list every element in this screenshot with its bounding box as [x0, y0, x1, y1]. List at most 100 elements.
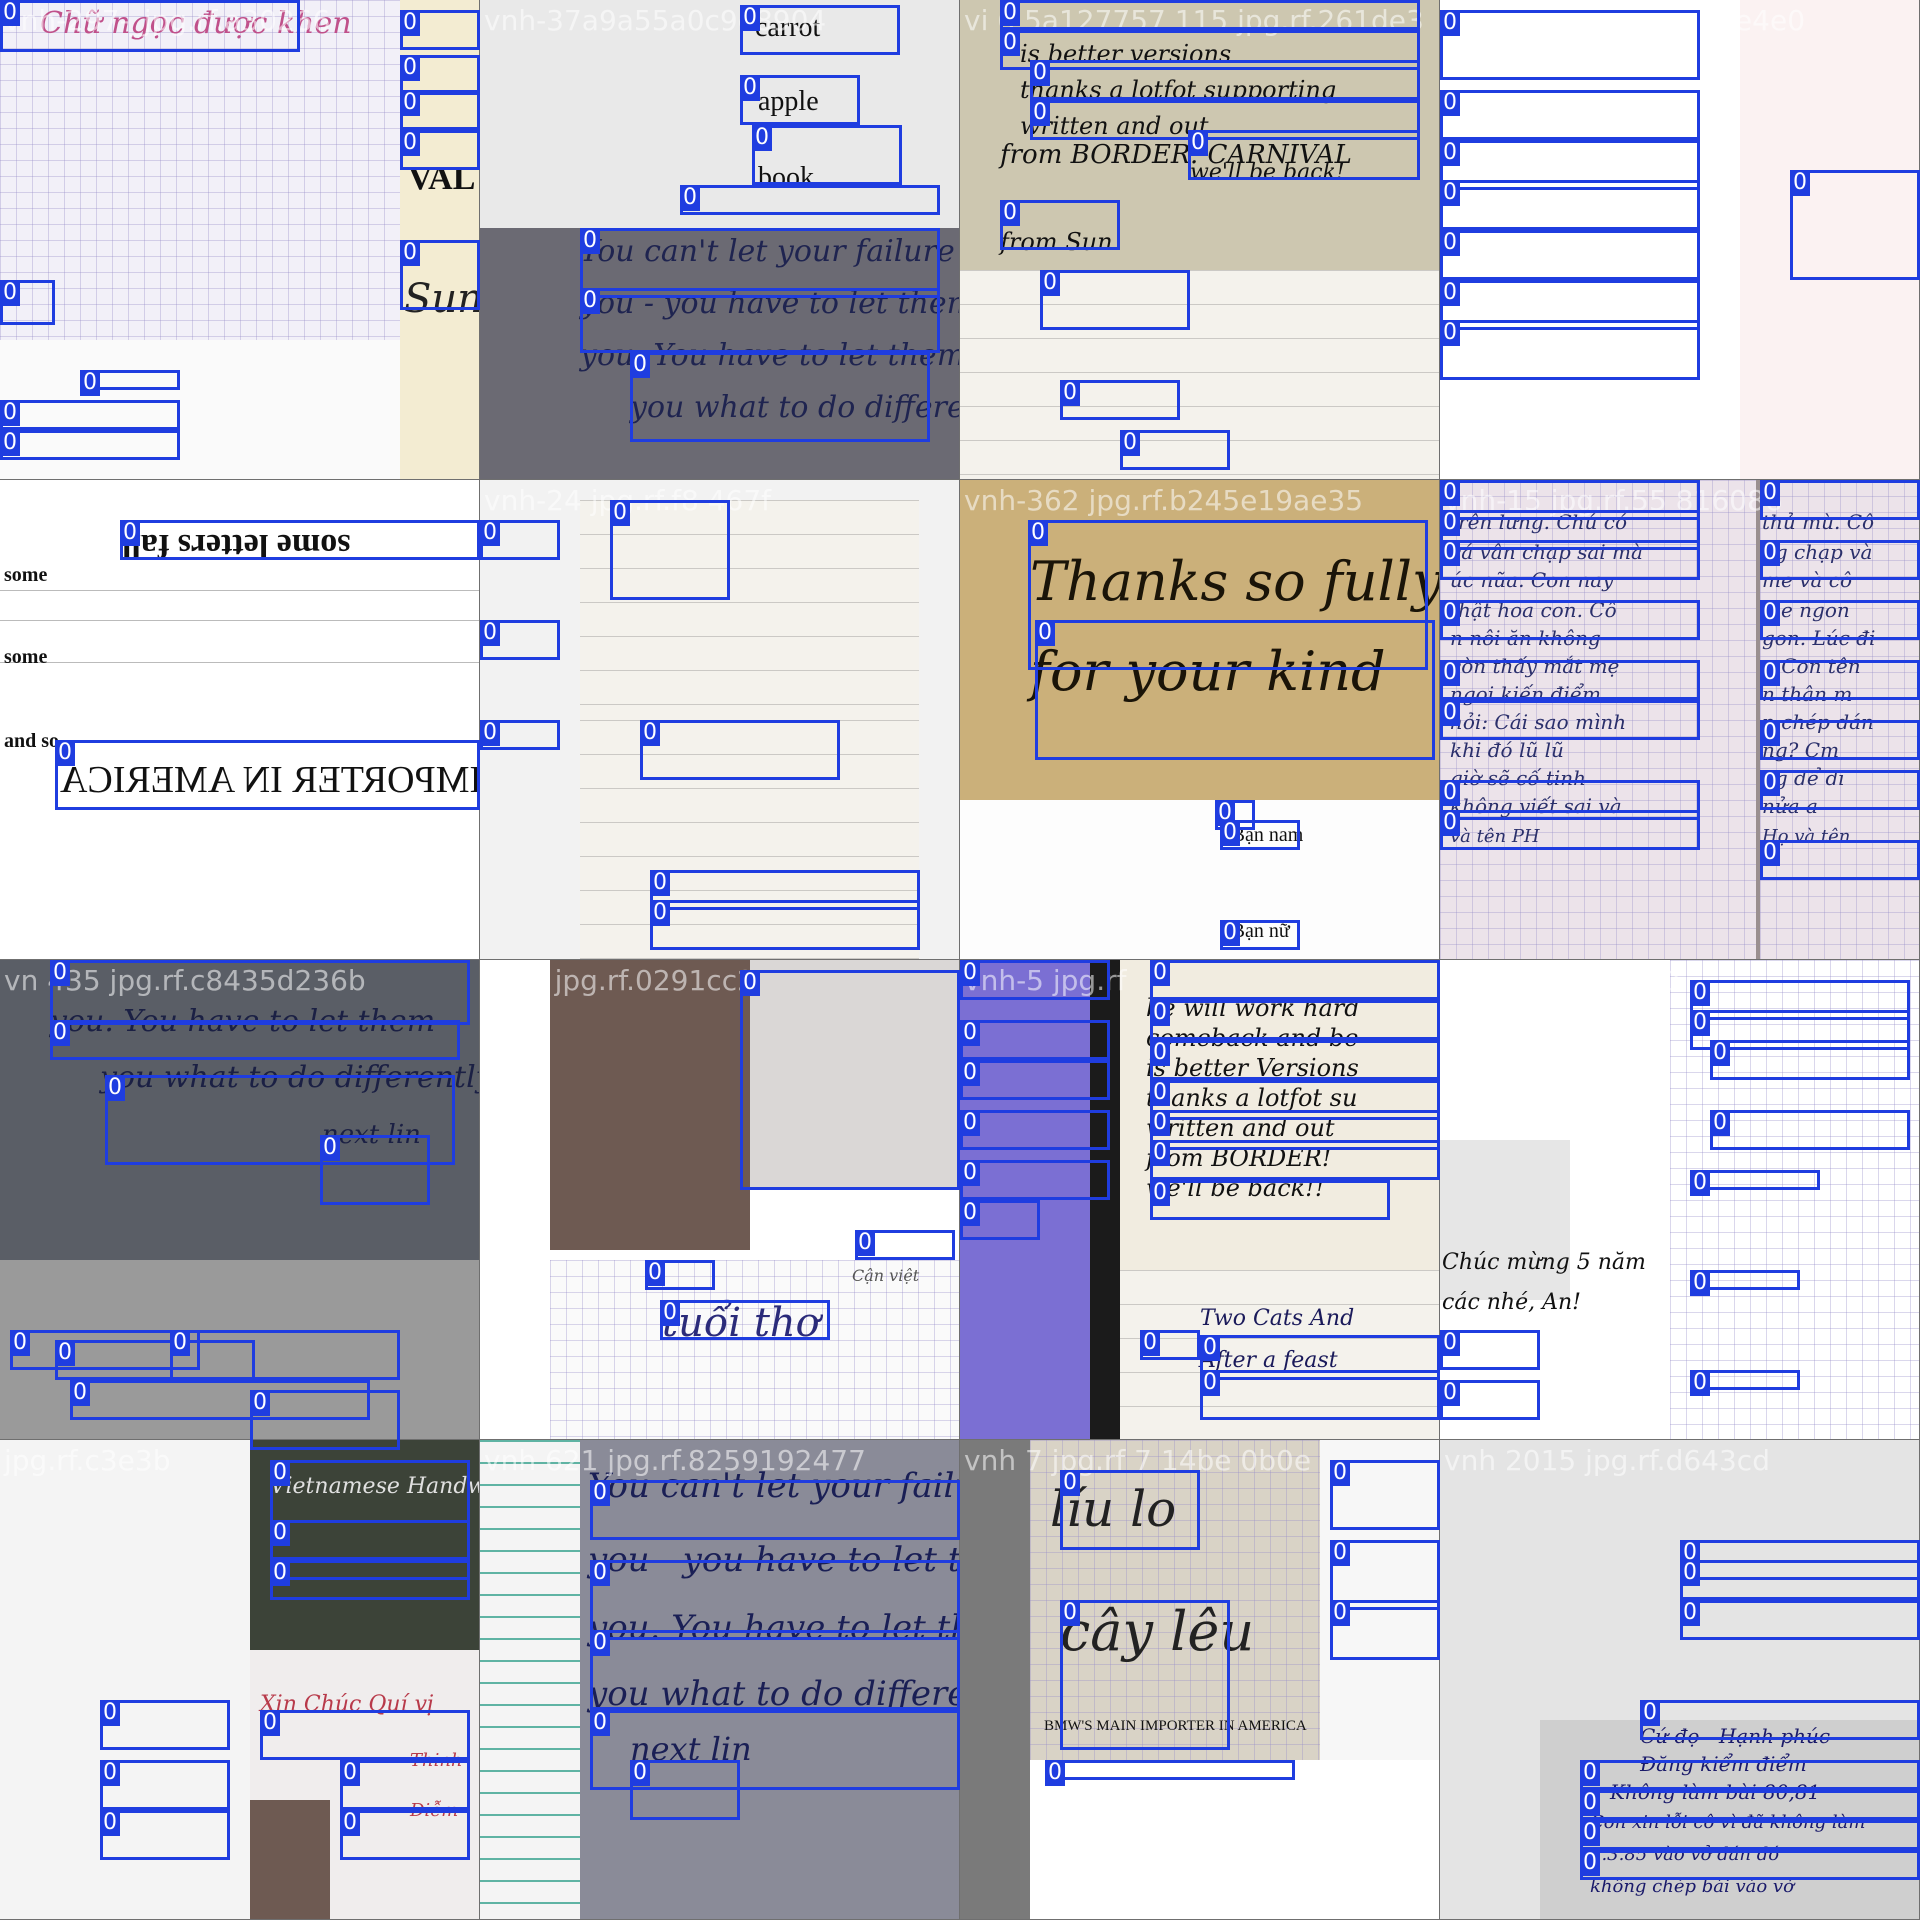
text-bbox: 0	[1440, 320, 1700, 380]
bbox-label: 0	[480, 520, 500, 546]
text-bbox: 0	[1440, 540, 1700, 580]
text-bbox: 0	[480, 520, 560, 560]
bbox-label: 0	[55, 1340, 75, 1366]
text-bbox: 0	[590, 1560, 960, 1640]
bbox-label: 0	[0, 280, 20, 306]
text-bbox: 0	[1150, 960, 1440, 1000]
bbox-label: 0	[1440, 540, 1460, 566]
text-bbox: 0	[650, 900, 920, 950]
text-bbox: 0	[260, 1710, 470, 1760]
bbox-label: 0	[1440, 1380, 1460, 1406]
text-bbox: 0	[1760, 660, 1920, 700]
bbox-label: 0	[740, 5, 760, 31]
bbox-label: 0	[1440, 810, 1460, 836]
bbox-label: 0	[320, 1135, 340, 1161]
handwriting-line: các nhé, An!	[1442, 1290, 1581, 1315]
bbox-label: 0	[1120, 430, 1140, 456]
text-bbox: 0	[740, 75, 860, 125]
bbox-label: 0	[1200, 1370, 1220, 1396]
bbox-label: 0	[1710, 1040, 1730, 1066]
bbox-label: 0	[855, 1230, 875, 1256]
bbox-label: 0	[1760, 480, 1780, 506]
bbox-label: 0	[1188, 130, 1208, 156]
bbox-label: 0	[1040, 270, 1060, 296]
text-bbox: 0	[1580, 1850, 1920, 1880]
bbox-label: 0	[580, 288, 600, 314]
bbox-label: 0	[960, 1110, 980, 1136]
bbox-label: 0	[400, 130, 420, 156]
bbox-label: 0	[590, 1560, 610, 1586]
text-bbox: 0	[0, 400, 180, 430]
bbox-label: 0	[400, 240, 420, 266]
text-bbox: 0	[1640, 1700, 1920, 1740]
text-bbox: 0	[340, 1760, 470, 1810]
text-bbox: 0	[50, 1020, 460, 1060]
bbox-label: 0	[960, 960, 980, 986]
bbox-label: 0	[1690, 1010, 1710, 1036]
bbox-label: 0	[1045, 1760, 1065, 1786]
bbox-label: 0	[1150, 1000, 1170, 1026]
bbox-label: 0	[1220, 920, 1240, 946]
bbox-label: 0	[1760, 600, 1780, 626]
text-bbox: 0	[80, 370, 180, 396]
text-bbox: 0	[400, 10, 480, 50]
bbox-label: 0	[1060, 380, 1080, 406]
bbox-label: 0	[630, 352, 650, 378]
bbox-label: 0	[1440, 780, 1460, 806]
bbox-label: 0	[1150, 1110, 1170, 1136]
text-bbox: 0	[1690, 1170, 1820, 1196]
bbox-label: 0	[270, 1460, 290, 1486]
text-bbox: 0	[1150, 1000, 1440, 1040]
bbox-label: 0	[1760, 840, 1780, 866]
text-bbox: 0	[1710, 1110, 1910, 1150]
text-bbox: 0	[270, 1560, 470, 1600]
text-bbox: 0	[1330, 1460, 1440, 1530]
text-bbox: 0	[855, 1230, 955, 1260]
text-bbox: 0	[1760, 840, 1920, 880]
text-bbox: 0	[1220, 820, 1300, 850]
text-bbox: 0	[1440, 10, 1700, 80]
bbox-label: 0	[1440, 280, 1460, 306]
bbox-label: 0	[960, 1160, 980, 1186]
bbox-label: 0	[1760, 770, 1780, 796]
bbox-label: 0	[1440, 10, 1460, 36]
text-bbox: 0	[680, 185, 940, 215]
bbox-label: 0	[1060, 1600, 1080, 1626]
bbox-label: 0	[50, 1020, 70, 1046]
text-bbox: 0	[1440, 230, 1700, 280]
bbox-label: 0	[1200, 1335, 1220, 1361]
bbox-overlay: 0 0 0 0 0 0 0 0 0 0 0 0 0 0 0 0 0 0 0 0 0 0 0 0 0 0 0 0 0 0 0 0 0 0 0 0 0 0 0 0…	[0, 0, 1920, 1920]
bbox-label: 0	[1060, 1470, 1080, 1496]
text-bbox: 0	[1760, 480, 1920, 520]
bbox-label: 0	[80, 370, 100, 396]
bbox-label: 0	[0, 430, 20, 456]
text-bbox: 0	[50, 960, 470, 1025]
text-bbox: 0	[590, 1630, 960, 1710]
bbox-label: 0	[650, 870, 670, 896]
bbox-label: 0	[1760, 540, 1780, 566]
text-bbox: 0	[400, 240, 480, 310]
bbox-label: 0	[1220, 820, 1240, 846]
text-bbox: 0	[100, 1760, 230, 1810]
bbox-label: 0	[1580, 1760, 1600, 1786]
text-bbox: 0	[1150, 1140, 1440, 1180]
bbox-label: 0	[1580, 1790, 1600, 1816]
text-bbox: 0	[1680, 1600, 1920, 1640]
bbox-label: 0	[270, 1520, 290, 1546]
text-bbox: 0	[1710, 1040, 1910, 1080]
text-bbox: 0	[100, 1810, 230, 1860]
bbox-label: 0	[1760, 720, 1780, 746]
text-bbox: 0	[1760, 720, 1920, 760]
text-bbox: 0	[740, 970, 960, 1190]
bbox-label: 0	[590, 1630, 610, 1656]
bbox-label: 0	[100, 1700, 120, 1726]
text-bbox: 0	[1060, 380, 1180, 420]
text-bbox: 0	[480, 720, 560, 750]
bbox-label: 0	[340, 1810, 360, 1836]
bbox-label: 0	[1580, 1850, 1600, 1876]
bbox-label: 0	[400, 55, 420, 81]
text-bbox: 0	[752, 125, 902, 185]
bbox-label: 0	[640, 720, 660, 746]
bbox-label: 0	[1440, 320, 1460, 346]
text-bbox: 0	[1440, 700, 1700, 740]
